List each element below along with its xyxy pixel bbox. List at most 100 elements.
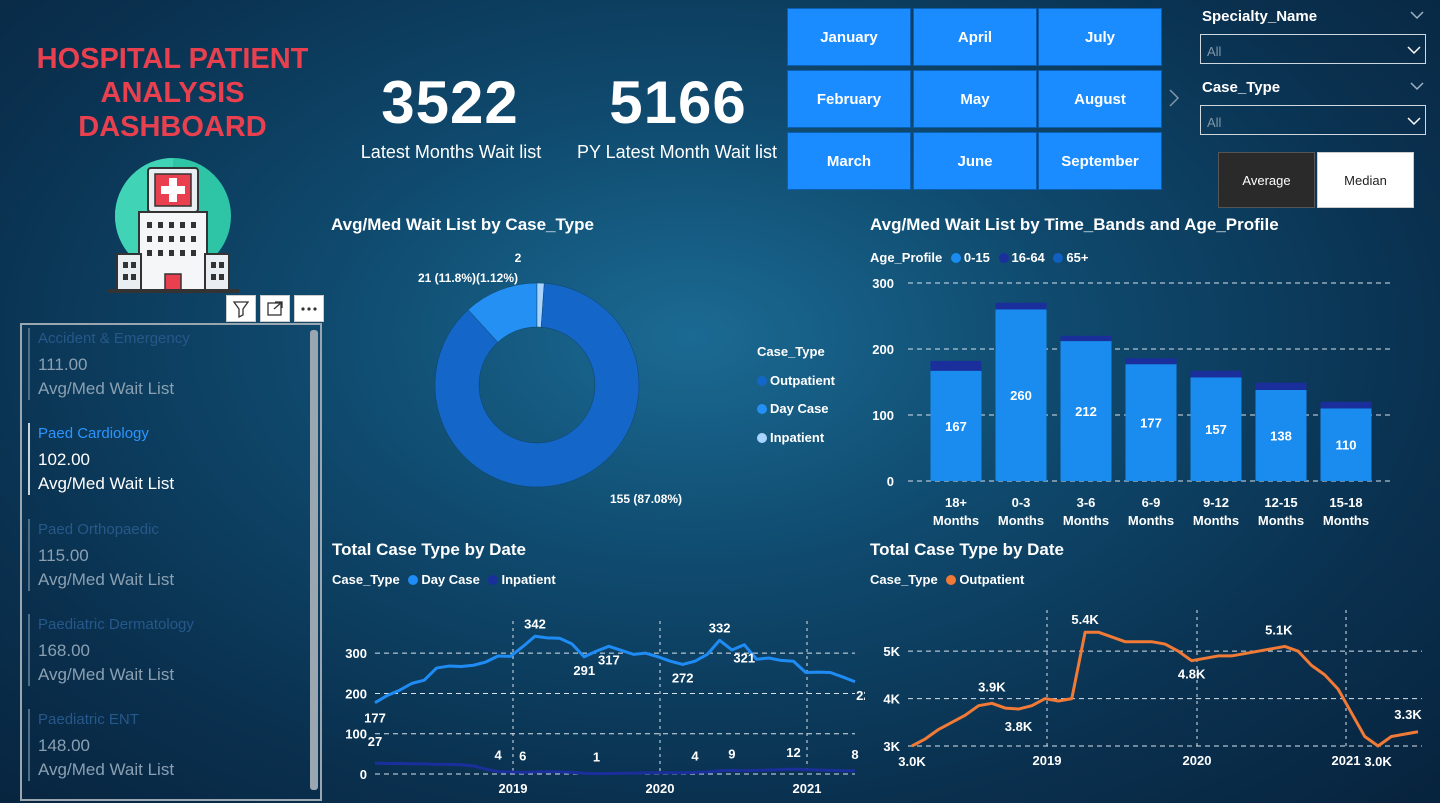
card-value: 148.00 — [38, 736, 90, 756]
month-button-may[interactable]: May — [913, 70, 1037, 128]
x-tick-label: Months — [1323, 513, 1369, 528]
donut-chart[interactable]: 155 (87.08%) 21 (11.8%) 2 (1.12%) — [330, 240, 760, 520]
card-value: 102.00 — [38, 450, 90, 470]
donut-data-label: 21 (11.8%) — [418, 271, 476, 285]
bar-data-label: 260 — [1010, 388, 1032, 403]
line-chart-2[interactable]: 3K4K5K2019 2020 20213.0K3.9K3.8K5.4K4.8K5.… — [862, 595, 1432, 803]
y-tick-label: 4K — [883, 692, 900, 707]
month-button-january[interactable]: January — [787, 8, 911, 66]
line-1-legend-title: Case_Type — [332, 572, 400, 587]
line-data-label: 317 — [598, 652, 620, 667]
donut-legend-item[interactable]: Inpatient — [757, 424, 835, 453]
chevron-down-icon — [1407, 117, 1421, 126]
month-button-september[interactable]: September — [1038, 132, 1162, 190]
bar-segment-16-64[interactable] — [1255, 382, 1307, 390]
chevron-down-icon[interactable] — [1410, 81, 1424, 91]
line-series-inpatient[interactable] — [374, 761, 855, 776]
bar-chart[interactable]: 0 100 200 300 167 18+ Months 260 0-3 Months 212 3-6… — [860, 270, 1420, 535]
legend-label: Day Case — [770, 401, 829, 416]
specialty-dropdown[interactable]: All — [1200, 34, 1426, 64]
bar-segment-16-64[interactable] — [1060, 335, 1112, 342]
legend-label[interactable]: Outpatient — [959, 572, 1024, 587]
x-tick-label: 2019 — [499, 781, 528, 796]
y-tick-label: 200 — [345, 686, 367, 701]
month-button-march[interactable]: March — [787, 132, 911, 190]
card-name: Paed Orthopaedic — [38, 520, 159, 538]
dashboard-title: HOSPITAL PATIENT ANALYSIS DASHBOARD — [20, 42, 325, 144]
x-tick-label: 15-18 — [1329, 495, 1362, 510]
x-tick-label: 2020 — [1183, 753, 1212, 768]
donut-data-label: 155 (87.08%) — [610, 492, 682, 506]
median-button[interactable]: Median — [1317, 152, 1414, 208]
card-accent-bar — [28, 709, 30, 782]
card-value: 115.00 — [38, 545, 89, 565]
more-options-icon[interactable] — [294, 295, 324, 322]
bar-segment-16-64[interactable] — [1320, 401, 1372, 409]
line-data-label: 3.3K — [1394, 707, 1422, 722]
average-button[interactable]: Average — [1218, 152, 1315, 208]
specialty-card[interactable]: Paed Cardiology 102.00 Avg/Med Wait List — [38, 425, 174, 494]
scrollbar[interactable] — [310, 330, 318, 790]
x-tick-label: 2019 — [1033, 753, 1062, 768]
y-tick-label: 100 — [345, 727, 367, 742]
x-tick-label: 2020 — [646, 781, 675, 796]
card-value: 111.00 — [38, 355, 88, 374]
legend-label[interactable]: Inpatient — [501, 572, 555, 587]
x-tick-label: 0-3 — [1012, 495, 1031, 510]
donut-legend-item[interactable]: Outpatient — [757, 367, 835, 396]
card-subtitle: Avg/Med Wait List — [38, 664, 175, 684]
month-button-april[interactable]: April — [913, 8, 1037, 66]
month-button-july[interactable]: July — [1038, 8, 1162, 66]
y-tick-label: 3K — [883, 739, 900, 754]
specialty-filter-label: Specialty_Name — [1202, 8, 1318, 25]
chevron-right-icon[interactable] — [1168, 88, 1180, 108]
legend-label[interactable]: 16-64 — [1012, 250, 1045, 265]
bar-segment-16-64[interactable] — [930, 360, 982, 371]
specialty-card[interactable]: Paed Orthopaedic 115.00 Avg/Med Wait List — [38, 521, 174, 590]
month-button-february[interactable]: February — [787, 70, 911, 128]
line-series-day-case[interactable] — [374, 634, 856, 705]
month-button-august[interactable]: August — [1038, 70, 1162, 128]
bar-segment-16-64[interactable] — [1125, 358, 1177, 365]
line-chart-1[interactable]: 0 100 200 300 2019 2020 2021 177 342 291317 272 332… — [325, 595, 865, 803]
casetype-dropdown[interactable]: All — [1200, 105, 1426, 135]
card-name: Accident & Emergency — [38, 330, 190, 347]
line-data-label: 8 — [851, 747, 858, 762]
kpi-latest-value: 3522 — [381, 69, 519, 136]
line-data-label: 332 — [709, 620, 731, 635]
y-tick-label: 0 — [360, 767, 367, 782]
legend-label[interactable]: 0-15 — [964, 250, 990, 265]
x-tick-label: Months — [1063, 513, 1109, 528]
x-tick-label: Months — [998, 513, 1044, 528]
legend-label[interactable]: Day Case — [421, 572, 480, 587]
hospital-icon — [107, 158, 239, 293]
line-data-label: 3.8K — [1005, 719, 1033, 734]
x-tick-label: Months — [1258, 513, 1304, 528]
bar-segment-16-64[interactable] — [1190, 370, 1242, 378]
donut-data-label: (1.12%) — [476, 271, 518, 285]
line-chart-1-title: Total Case Type by Date — [332, 540, 526, 559]
legend-label: Inpatient — [770, 429, 825, 445]
bar-legend: Age_Profile 0-15 16-64 65+ — [870, 250, 1088, 265]
card-subtitle: Avg/Med Wait List — [38, 760, 175, 780]
focus-mode-icon[interactable] — [260, 295, 290, 322]
specialty-card[interactable]: Paediatric Dermatology 168.00 Avg/Med Wait… — [38, 616, 194, 685]
x-tick-label: 6-9 — [1142, 495, 1161, 510]
filter-icon[interactable] — [226, 295, 256, 322]
specialty-card[interactable]: Paediatric ENT 148.00 Avg/Med Wait List — [38, 711, 174, 780]
bar-data-label: 110 — [1336, 438, 1357, 453]
donut-legend-title: Case_Type — [757, 344, 825, 359]
x-tick-label: 3-6 — [1077, 495, 1096, 510]
card-name: Paediatric Dermatology — [38, 615, 194, 633]
donut-legend-item[interactable]: Day Case — [757, 395, 835, 424]
legend-label[interactable]: 65+ — [1066, 250, 1088, 265]
kpi-latest-label: Latest Months Wait list — [360, 142, 542, 162]
specialty-card[interactable]: Accident & Emergency 111.00 Avg/Med Wait L… — [38, 330, 190, 399]
month-button-june[interactable]: June — [913, 132, 1037, 190]
card-subtitle: Avg/Med Wait List — [38, 474, 175, 494]
card-value: 168.00 — [38, 640, 90, 660]
bar-segment-16-64[interactable] — [995, 302, 1047, 310]
x-tick-label: Months — [1193, 513, 1239, 528]
card-accent-bar — [28, 613, 30, 686]
chevron-down-icon[interactable] — [1410, 10, 1424, 20]
